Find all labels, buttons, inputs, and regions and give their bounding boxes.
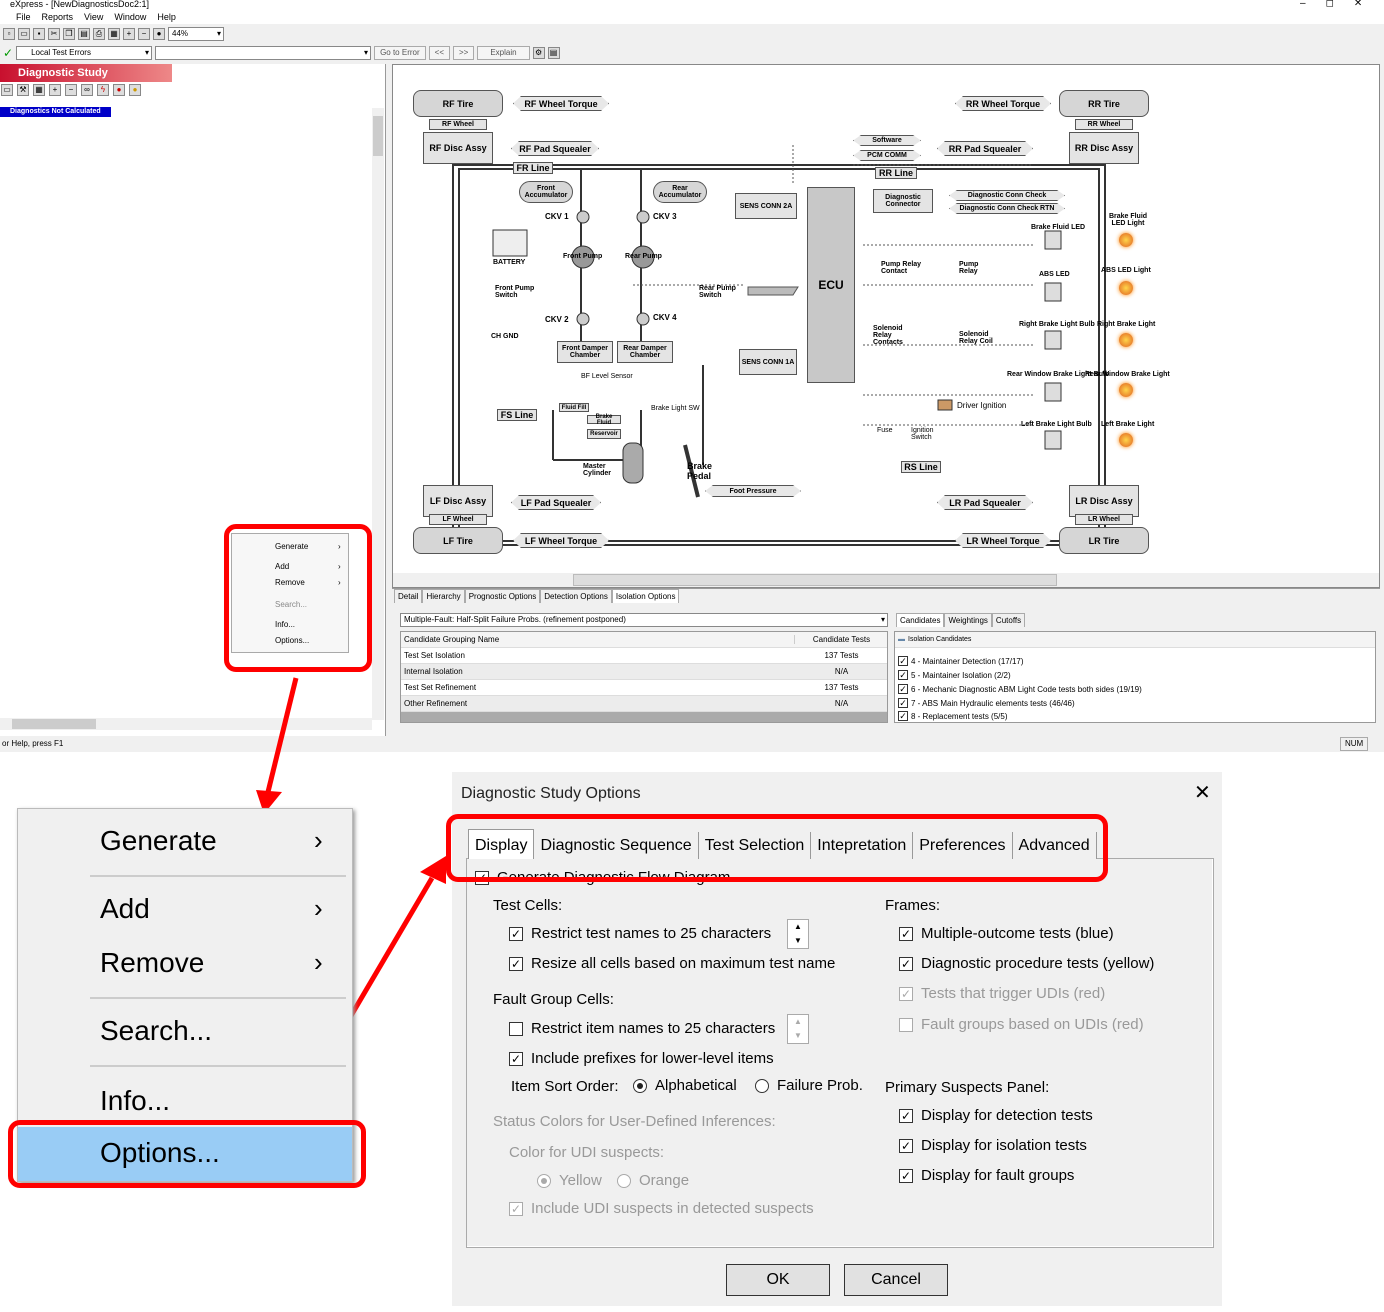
radio[interactable]: [537, 1173, 551, 1188]
checkbox[interactable]: ✓: [509, 1201, 523, 1216]
restrict-test-option[interactable]: ✓ Restrict test names to 25 characters: [509, 925, 771, 942]
resize-cells-option[interactable]: ✓ Resize all cells based on maximum test …: [509, 955, 835, 972]
orange-radio[interactable]: Orange: [617, 1172, 689, 1189]
option-label: Multiple-outcome tests (blue): [921, 925, 1114, 942]
option-label: Orange: [639, 1172, 690, 1189]
option-label: Restrict item names to 25 characters: [531, 1020, 776, 1037]
checkbox[interactable]: ✓: [509, 926, 523, 941]
checkbox[interactable]: [899, 1017, 913, 1032]
alphabetical-radio[interactable]: Alphabetical: [633, 1077, 737, 1094]
fault-groups-udi-option[interactable]: Fault groups based on UDIs (red): [899, 1016, 1144, 1033]
option-label: Tests that trigger UDIs (red): [921, 985, 1106, 1002]
test-cells-header: Test Cells:: [493, 897, 563, 914]
option-label: Display for fault groups: [921, 1167, 1075, 1184]
trigger-udi-option[interactable]: ✓ Tests that trigger UDIs (red): [899, 985, 1105, 1002]
menu-item-remove[interactable]: Remove: [100, 947, 204, 979]
primary-panel-header: Primary Suspects Panel:: [885, 1079, 1050, 1096]
option-label: Resize all cells based on maximum test n…: [531, 955, 836, 972]
yellow-radio[interactable]: Yellow: [537, 1172, 602, 1189]
checkbox[interactable]: ✓: [899, 986, 913, 1001]
menu-separator: [90, 997, 346, 999]
option-label: Display for isolation tests: [921, 1137, 1087, 1154]
display-detection-option[interactable]: ✓ Display for detection tests: [899, 1107, 1093, 1124]
radio[interactable]: [755, 1078, 769, 1093]
option-label: Include prefixes for lower-level items: [531, 1050, 774, 1067]
checkbox[interactable]: [509, 1021, 523, 1036]
include-prefixes-option[interactable]: ✓ Include prefixes for lower-level items: [509, 1050, 774, 1067]
option-label: Alphabetical: [655, 1077, 737, 1094]
chevron-right-icon: ›: [314, 825, 323, 855]
option-label: Display for detection tests: [921, 1107, 1093, 1124]
test-length-stepper[interactable]: ▲ ▼: [787, 919, 809, 949]
checkbox[interactable]: ✓: [899, 926, 913, 941]
highlight-box-tabs: [446, 814, 1108, 882]
cancel-button[interactable]: Cancel: [844, 1264, 948, 1296]
diag-procedure-option[interactable]: ✓ Diagnostic procedure tests (yellow): [899, 955, 1154, 972]
option-label: Include UDI suspects in detected suspect…: [531, 1200, 814, 1217]
fault-group-header: Fault Group Cells:: [493, 991, 614, 1008]
checkbox[interactable]: ✓: [509, 956, 523, 971]
checkbox[interactable]: ✓: [899, 1108, 913, 1123]
ok-button[interactable]: OK: [726, 1264, 830, 1296]
chevron-right-icon: ›: [314, 893, 323, 923]
dialog-title: Diagnostic Study Options: [461, 785, 641, 802]
menu-separator: [90, 1065, 346, 1067]
close-icon[interactable]: ✕: [1194, 780, 1211, 805]
multi-outcome-option[interactable]: ✓ Multiple-outcome tests (blue): [899, 925, 1114, 942]
display-isolation-option[interactable]: ✓ Display for isolation tests: [899, 1137, 1087, 1154]
checkbox[interactable]: ✓: [899, 1138, 913, 1153]
display-tab-panel: ✓ Generate Diagnostic Flow Diagram Test C…: [466, 858, 1214, 1248]
radio[interactable]: [633, 1078, 647, 1093]
color-udi-label: Color for UDI suspects:: [509, 1144, 665, 1161]
highlight-box-options: [8, 1120, 366, 1188]
menu-separator: [90, 875, 346, 877]
checkbox[interactable]: ✓: [509, 1051, 523, 1066]
option-label: Failure Prob.: [777, 1077, 863, 1094]
include-udi-option[interactable]: ✓ Include UDI suspects in detected suspec…: [509, 1200, 814, 1217]
option-label: Yellow: [559, 1172, 602, 1189]
menu-item-info[interactable]: Info...: [100, 1085, 170, 1117]
checkbox[interactable]: ✓: [899, 1168, 913, 1183]
display-fault-option[interactable]: ✓ Display for fault groups: [899, 1167, 1074, 1184]
option-label: Diagnostic procedure tests (yellow): [921, 955, 1155, 972]
menu-item-search[interactable]: Search...: [100, 1015, 212, 1047]
status-colors-header: Status Colors for User-Defined Inference…: [493, 1113, 776, 1130]
menu-item-generate[interactable]: Generate: [100, 825, 217, 857]
option-label: Fault groups based on UDIs (red): [921, 1016, 1144, 1033]
sort-order-label: Item Sort Order:: [511, 1078, 619, 1095]
restrict-item-option[interactable]: Restrict item names to 25 characters: [509, 1020, 775, 1037]
option-label: Restrict test names to 25 characters: [531, 925, 772, 942]
chevron-right-icon: ›: [314, 947, 323, 977]
frames-header: Frames:: [885, 897, 941, 914]
failure-prob-radio[interactable]: Failure Prob.: [755, 1077, 863, 1094]
item-length-stepper[interactable]: ▲ ▼: [787, 1014, 809, 1044]
checkbox[interactable]: ✓: [899, 956, 913, 971]
radio[interactable]: [617, 1173, 631, 1188]
menu-item-add[interactable]: Add: [100, 893, 150, 925]
